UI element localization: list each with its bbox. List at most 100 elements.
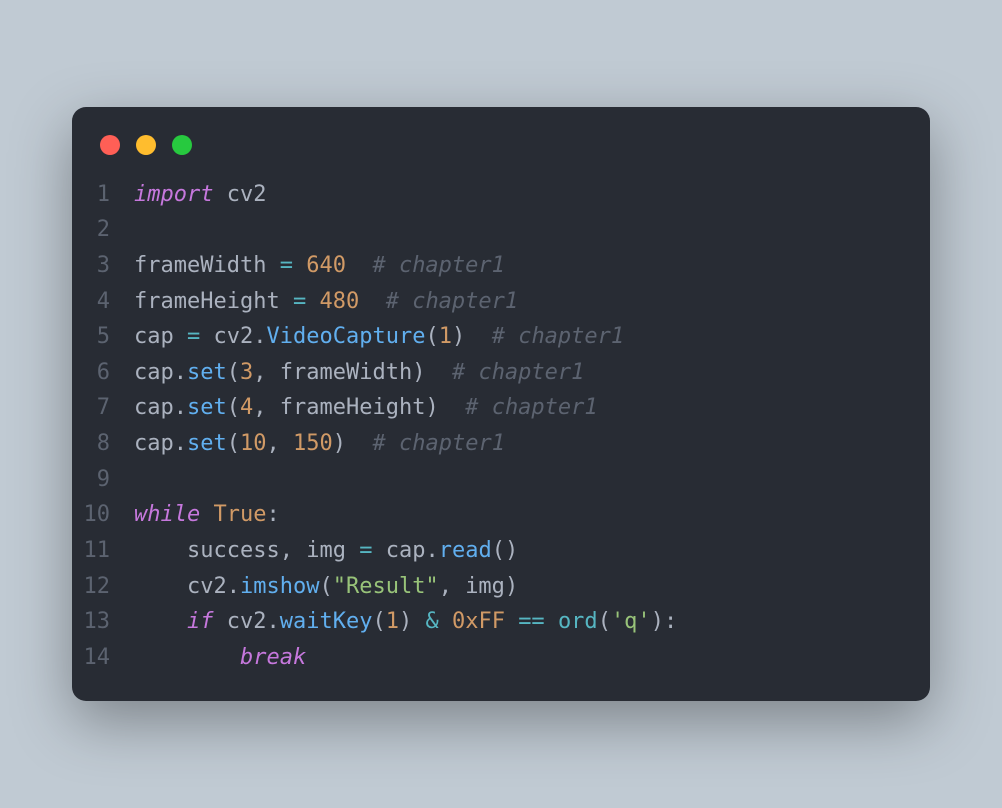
keyword-import: import: [134, 182, 213, 207]
operator-assign: =: [359, 538, 372, 563]
argument: img: [465, 574, 505, 599]
line-content: cv2.imshow("Result", img): [134, 569, 930, 605]
comma: ,: [253, 395, 280, 420]
paren-close: ): [425, 395, 438, 420]
code-line: 12 cv2.imshow("Result", img): [72, 569, 930, 605]
number-literal: 640: [306, 253, 346, 278]
variable: frameHeight: [134, 289, 280, 314]
comment: # chapter1: [372, 253, 504, 278]
keyword-while: while: [134, 502, 200, 527]
number-literal: 10: [240, 431, 267, 456]
line-number: 3: [72, 248, 134, 284]
variable: img: [306, 538, 346, 563]
dot: .: [174, 395, 187, 420]
dot: .: [227, 574, 240, 599]
line-number: 12: [72, 569, 134, 605]
line-content: cap.set(4, frameHeight) # chapter1: [134, 390, 930, 426]
paren-close: ): [399, 609, 412, 634]
line-number: 10: [72, 497, 134, 533]
object: cv2: [214, 324, 254, 349]
code-editor: 1 import cv2 2 3 frameWidth = 640 # chap…: [72, 177, 930, 676]
keyword-break: break: [240, 645, 306, 670]
code-line: 9: [72, 462, 930, 498]
function-call: waitKey: [280, 609, 373, 634]
window-titlebar: [72, 129, 930, 177]
line-content: frameHeight = 480 # chapter1: [134, 284, 930, 320]
paren-close: ): [333, 431, 346, 456]
code-line: 14 break: [72, 640, 930, 676]
dot: .: [266, 609, 279, 634]
line-content: success, img = cap.read(): [134, 533, 930, 569]
dot: .: [174, 360, 187, 385]
function-call: imshow: [240, 574, 319, 599]
paren-open: (: [425, 324, 438, 349]
constant-true: True: [213, 502, 266, 527]
line-number: 11: [72, 533, 134, 569]
object: cap: [134, 395, 174, 420]
operator-bitand: &: [425, 609, 438, 634]
object: cap: [134, 360, 174, 385]
line-number: 6: [72, 355, 134, 391]
paren-close: ): [505, 538, 518, 563]
object: cv2: [227, 609, 267, 634]
line-number: 4: [72, 284, 134, 320]
operator-assign: =: [280, 253, 293, 278]
argument: frameHeight: [280, 395, 426, 420]
line-number: 1: [72, 177, 134, 213]
code-line: 6 cap.set(3, frameWidth) # chapter1: [72, 355, 930, 391]
operator-assign: =: [187, 324, 200, 349]
comment: # chapter1: [373, 431, 505, 456]
paren-open: (: [319, 574, 332, 599]
function-call: set: [187, 431, 227, 456]
code-line: 7 cap.set(4, frameHeight) # chapter1: [72, 390, 930, 426]
module-name: cv2: [227, 182, 267, 207]
variable: success: [187, 538, 280, 563]
paren-close: ): [505, 574, 518, 599]
line-content: [134, 212, 930, 248]
number-literal: 3: [240, 360, 253, 385]
line-number: 13: [72, 604, 134, 640]
code-line: 3 frameWidth = 640 # chapter1: [72, 248, 930, 284]
zoom-icon[interactable]: [172, 135, 192, 155]
code-line: 10 while True:: [72, 497, 930, 533]
paren-close: ): [452, 324, 465, 349]
object: cap: [386, 538, 426, 563]
function-call: set: [187, 360, 227, 385]
code-line: 1 import cv2: [72, 177, 930, 213]
paren-open: (: [598, 609, 611, 634]
hex-literal: 0xFF: [452, 609, 505, 634]
colon: :: [664, 609, 677, 634]
number-literal: 1: [386, 609, 399, 634]
argument: frameWidth: [280, 360, 412, 385]
line-content: cap = cv2.VideoCapture(1) # chapter1: [134, 319, 930, 355]
dot: .: [253, 324, 266, 349]
paren-close: ): [412, 360, 425, 385]
code-line: 11 success, img = cap.read(): [72, 533, 930, 569]
object: cap: [134, 431, 174, 456]
line-content: while True:: [134, 497, 930, 533]
function-call: read: [439, 538, 492, 563]
line-content: import cv2: [134, 177, 930, 213]
line-number: 7: [72, 390, 134, 426]
paren-open: (: [227, 360, 240, 385]
function-call: set: [187, 395, 227, 420]
paren-open: (: [227, 395, 240, 420]
comma: ,: [253, 360, 280, 385]
close-icon[interactable]: [100, 135, 120, 155]
variable: frameWidth: [134, 253, 266, 278]
number-literal: 1: [439, 324, 452, 349]
minimize-icon[interactable]: [136, 135, 156, 155]
line-number: 9: [72, 462, 134, 498]
code-line: 2: [72, 212, 930, 248]
comment: # chapter1: [386, 289, 518, 314]
string-literal: 'q': [611, 609, 651, 634]
comment: # chapter1: [492, 324, 624, 349]
line-content: cap.set(10, 150) # chapter1: [134, 426, 930, 462]
comment: # chapter1: [452, 360, 584, 385]
paren-close: ): [651, 609, 664, 634]
line-content: [134, 462, 930, 498]
line-content: break: [134, 640, 930, 676]
number-literal: 4: [240, 395, 253, 420]
line-content: cap.set(3, frameWidth) # chapter1: [134, 355, 930, 391]
function-call: VideoCapture: [267, 324, 426, 349]
